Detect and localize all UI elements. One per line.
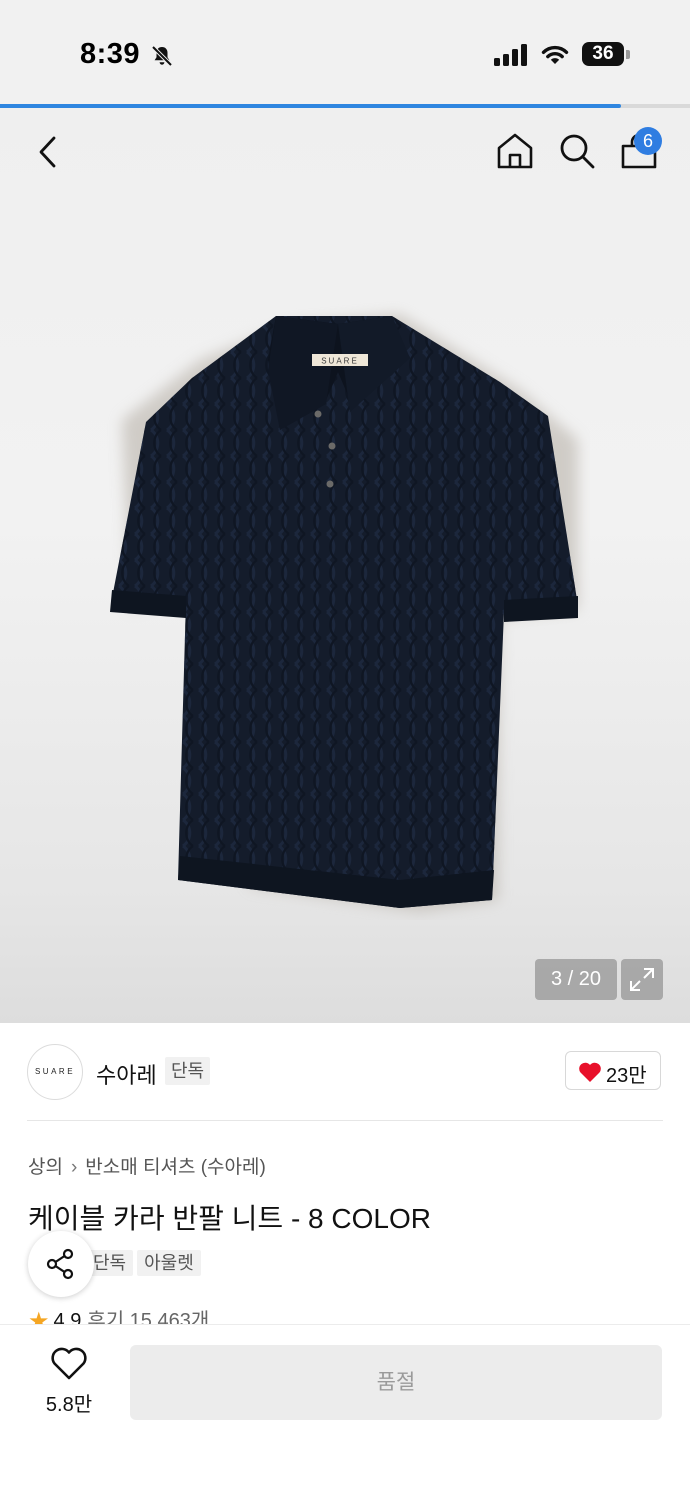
share-icon (46, 1248, 74, 1280)
image-counter: 3 / 20 (535, 959, 617, 1000)
heart-outline-icon[interactable] (50, 1347, 88, 1381)
brand-like-button[interactable]: 23만 (565, 1051, 661, 1090)
shirt-neck-label: SUARE (321, 357, 359, 366)
battery-indicator: 36 (582, 42, 624, 66)
product-title: 케이블 카라 반팔 니트 - 8 COLOR (28, 1203, 431, 1234)
search-icon[interactable] (558, 132, 596, 170)
breadcrumb-category[interactable]: 상의 (28, 1157, 63, 1178)
breadcrumb: 상의 › 반소매 티셔츠 (수아레) (28, 1152, 266, 1179)
breadcrumb-subcategory[interactable]: 반소매 티셔츠 (수아레) (85, 1157, 266, 1178)
battery-cap (626, 50, 630, 59)
fullscreen-button[interactable] (621, 959, 663, 1000)
status-bar: 8:39 36 (0, 0, 690, 106)
breadcrumb-chevron-icon: › (70, 1157, 78, 1178)
back-chevron-icon[interactable] (32, 134, 64, 170)
bell-muted-icon (151, 45, 173, 67)
heart-filled-icon (579, 1062, 601, 1082)
wishlist-count[interactable]: 5.8만 (38, 1388, 100, 1417)
tag-outlet: 아울렛 (137, 1250, 201, 1276)
brand-like-count: 23만 (606, 1065, 647, 1087)
product-tags: 단독 아울렛 (86, 1250, 205, 1276)
brand-name[interactable]: 수아레 (96, 1058, 157, 1090)
product-image[interactable]: SUARE (100, 300, 590, 920)
divider (27, 1120, 663, 1121)
cart-count-badge[interactable]: 6 (634, 127, 662, 155)
share-button[interactable] (28, 1231, 94, 1297)
status-time: 8:39 (80, 38, 141, 70)
brand-exclusive-tag: 단독 (165, 1057, 211, 1085)
brand-logo[interactable]: SUARE (27, 1044, 83, 1100)
home-icon[interactable] (496, 132, 534, 170)
sold-out-button[interactable]: 품절 (130, 1345, 662, 1420)
wifi-icon (541, 45, 569, 64)
expand-icon (630, 968, 654, 991)
cellular-signal-icon (494, 44, 527, 66)
